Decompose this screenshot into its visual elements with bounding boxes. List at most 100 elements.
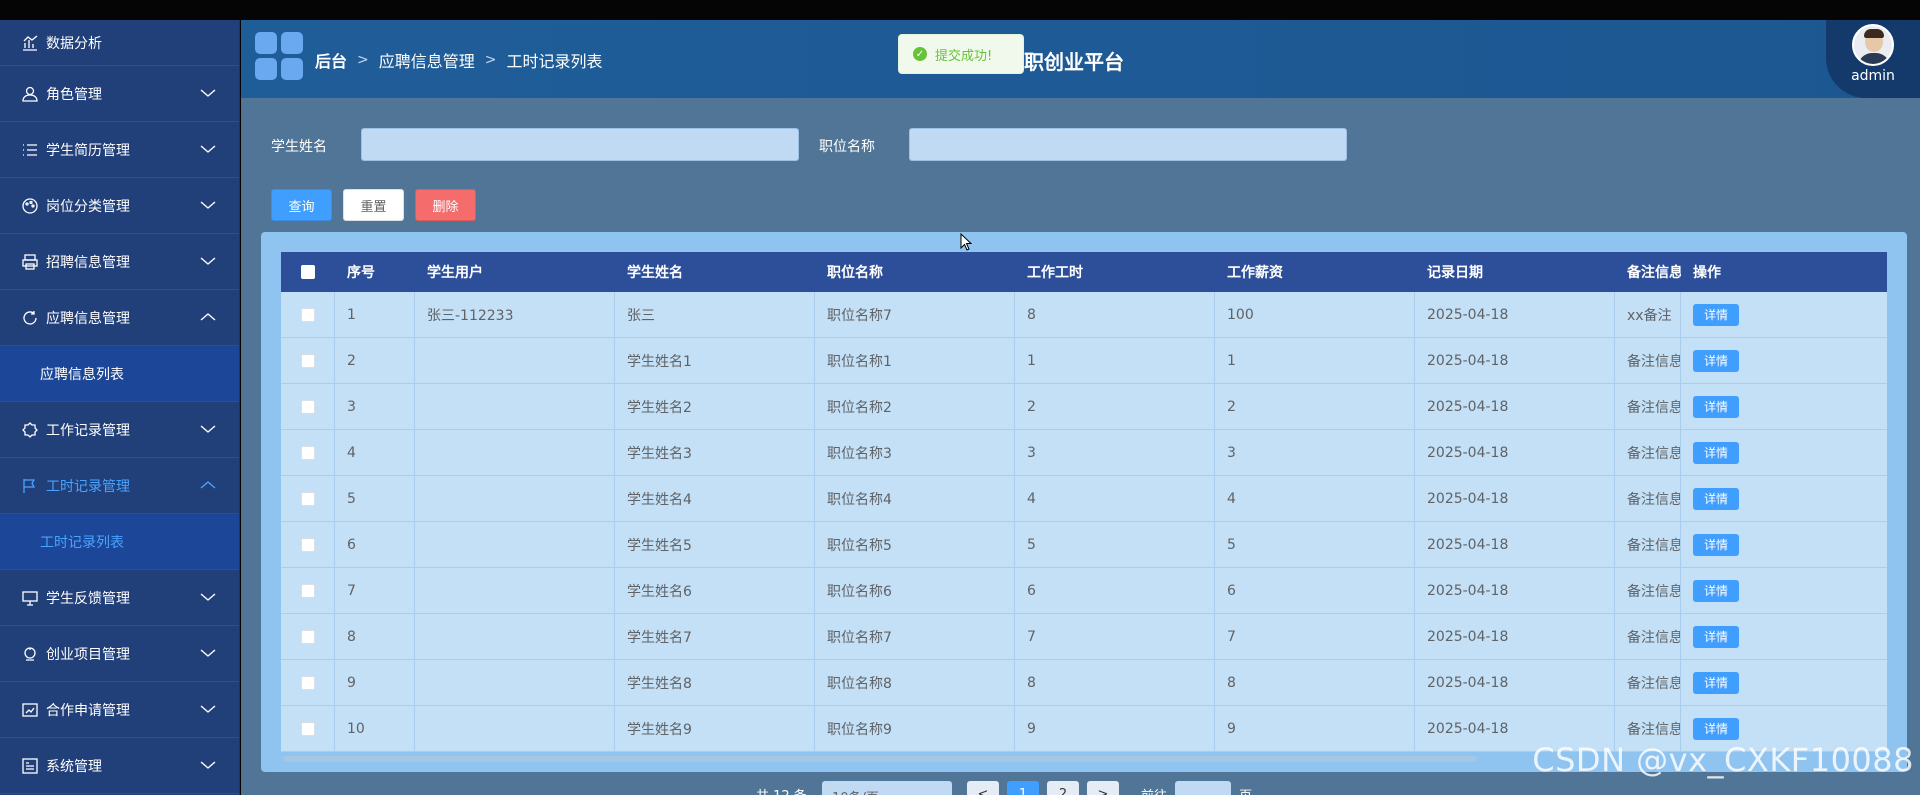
table-panel: 序号 学生用户 学生姓名 职位名称 工作工时 工作薪资 记录日期 备注信息 操作 1 张三-112… bbox=[261, 232, 1907, 772]
table-cell: 3 bbox=[1215, 430, 1415, 475]
sidebar-item-label: 应聘信息管理 bbox=[46, 310, 130, 327]
table-cell: 学生姓名3 bbox=[615, 430, 815, 475]
table-row[interactable]: 3 学生姓名2 职位名称2 2 2 2025-04-18 备注信息 详情 bbox=[281, 384, 1887, 430]
chevron-up-icon[interactable] bbox=[199, 478, 217, 492]
table-row[interactable]: 9 学生姓名8 职位名称8 8 8 2025-04-18 备注信息 详情 bbox=[281, 660, 1887, 706]
sidebar-item[interactable]: 数据分析 bbox=[0, 20, 239, 66]
sidebar-item[interactable]: 工作记录管理 bbox=[0, 402, 239, 458]
next-page-button[interactable]: > bbox=[1087, 781, 1119, 795]
sidebar-item[interactable]: 招聘信息管理 bbox=[0, 234, 239, 290]
row-checkbox[interactable] bbox=[281, 430, 335, 475]
sidebar-item[interactable]: 工时记录管理 bbox=[0, 458, 239, 514]
table-cell: 学生姓名2 bbox=[615, 384, 815, 429]
logo-icon[interactable] bbox=[255, 32, 305, 82]
detail-button[interactable]: 详情 bbox=[1693, 533, 1739, 556]
chevron-down-icon[interactable] bbox=[199, 590, 217, 604]
table-cell: 5 bbox=[1015, 522, 1215, 567]
query-button[interactable]: 查询 bbox=[271, 189, 332, 221]
select-all-checkbox[interactable] bbox=[281, 252, 335, 292]
watermark: CSDN @vx_CXKF10088 bbox=[1532, 741, 1914, 779]
row-checkbox[interactable] bbox=[281, 568, 335, 613]
sidebar-item[interactable]: 角色管理 bbox=[0, 66, 239, 122]
table-row[interactable]: 4 学生姓名3 职位名称3 3 3 2025-04-18 备注信息 详情 bbox=[281, 430, 1887, 476]
table-cell: 学生姓名7 bbox=[615, 614, 815, 659]
detail-button[interactable]: 详情 bbox=[1693, 671, 1739, 694]
sidebar-item[interactable]: 创业项目管理 bbox=[0, 626, 239, 682]
sidebar-item[interactable]: 学生反馈管理 bbox=[0, 570, 239, 626]
sidebar-item[interactable]: 合作申请管理 bbox=[0, 682, 239, 738]
detail-button[interactable]: 详情 bbox=[1693, 303, 1739, 326]
row-checkbox[interactable] bbox=[281, 706, 335, 751]
detail-button[interactable]: 详情 bbox=[1693, 579, 1739, 602]
data-table: 序号 学生用户 学生姓名 职位名称 工作工时 工作薪资 记录日期 备注信息 操作 1 张三-112… bbox=[281, 252, 1887, 752]
row-checkbox[interactable] bbox=[281, 476, 335, 521]
page-size-select[interactable]: 10条/页 bbox=[822, 781, 952, 795]
table-cell: 职位名称5 bbox=[815, 522, 1015, 567]
sidebar-item[interactable]: 岗位分类管理 bbox=[0, 178, 239, 234]
detail-button[interactable]: 详情 bbox=[1693, 487, 1739, 510]
table-row[interactable]: 1 张三-112233 张三 职位名称7 8 100 2025-04-18 xx备注 详情 bbox=[281, 292, 1887, 338]
column-header: 工作薪资 bbox=[1227, 265, 1283, 281]
avatar[interactable] bbox=[1852, 24, 1894, 66]
chevron-down-icon[interactable] bbox=[199, 198, 217, 212]
row-checkbox[interactable] bbox=[281, 384, 335, 429]
reset-button[interactable]: 重置 bbox=[343, 189, 404, 221]
breadcrumb-separator-icon: > bbox=[357, 52, 369, 68]
detail-button[interactable]: 详情 bbox=[1693, 441, 1739, 464]
table-cell: 5 bbox=[1215, 522, 1415, 567]
horizontal-scrollbar[interactable] bbox=[283, 756, 1477, 762]
table-row[interactable]: 5 学生姓名4 职位名称4 4 4 2025-04-18 备注信息 详情 bbox=[281, 476, 1887, 522]
student-name-input[interactable] bbox=[361, 128, 799, 161]
table-row[interactable]: 6 学生姓名5 职位名称5 5 5 2025-04-18 备注信息 详情 bbox=[281, 522, 1887, 568]
username: admin bbox=[1851, 68, 1895, 84]
actions-cell: 详情 bbox=[1681, 568, 1887, 613]
detail-button[interactable]: 详情 bbox=[1693, 349, 1739, 372]
column-header: 备注信息 bbox=[1627, 265, 1681, 281]
chevron-down-icon[interactable] bbox=[199, 758, 217, 772]
table-cell: 职位名称7 bbox=[815, 614, 1015, 659]
chevron-down-icon[interactable] bbox=[199, 646, 217, 660]
table-row[interactable]: 2 学生姓名1 职位名称1 1 1 2025-04-18 备注信息 详情 bbox=[281, 338, 1887, 384]
delete-button[interactable]: 删除 bbox=[415, 189, 476, 221]
sidebar-subitem[interactable]: 应聘信息列表 bbox=[0, 346, 239, 402]
chevron-down-icon[interactable] bbox=[199, 254, 217, 268]
sidebar-item-label: 角色管理 bbox=[46, 86, 102, 103]
sidebar-item-label: 学生反馈管理 bbox=[46, 590, 130, 607]
prev-page-button[interactable]: < bbox=[967, 781, 999, 795]
sidebar-item[interactable]: 应聘信息管理 bbox=[0, 290, 239, 346]
main-content: 学生姓名 职位名称 查询 重置 删除 序号 学生用户 学生姓名 职位名称 工作工时 工作薪… bbox=[241, 98, 1920, 795]
row-checkbox[interactable] bbox=[281, 660, 335, 705]
sidebar-item[interactable]: 系统管理 bbox=[0, 738, 239, 794]
detail-button[interactable]: 详情 bbox=[1693, 395, 1739, 418]
chevron-down-icon[interactable] bbox=[199, 142, 217, 156]
chevron-up-icon[interactable] bbox=[199, 310, 217, 324]
sidebar-item-label: 招聘信息管理 bbox=[46, 254, 130, 271]
detail-button[interactable]: 详情 bbox=[1693, 717, 1739, 740]
sidebar-item-label: 工时记录管理 bbox=[46, 478, 130, 495]
goto-page-input[interactable] bbox=[1175, 781, 1231, 795]
chevron-down-icon[interactable] bbox=[199, 702, 217, 716]
page-button[interactable]: 2 bbox=[1047, 781, 1079, 795]
chevron-down-icon[interactable] bbox=[199, 422, 217, 436]
table-row[interactable]: 7 学生姓名6 职位名称6 6 6 2025-04-18 备注信息 详情 bbox=[281, 568, 1887, 614]
position-name-input[interactable] bbox=[909, 128, 1347, 161]
chevron-down-icon[interactable] bbox=[199, 86, 217, 100]
detail-button[interactable]: 详情 bbox=[1693, 625, 1739, 648]
row-checkbox[interactable] bbox=[281, 292, 335, 337]
page-button[interactable]: 1 bbox=[1007, 781, 1039, 795]
table-row[interactable]: 8 学生姓名7 职位名称7 7 7 2025-04-18 备注信息 详情 bbox=[281, 614, 1887, 660]
breadcrumb: 后台 > 应聘信息管理 > 工时记录列表 bbox=[315, 48, 603, 72]
table-cell: 1 bbox=[335, 292, 415, 337]
table-cell: 4 bbox=[1215, 476, 1415, 521]
user-menu[interactable]: admin bbox=[1826, 20, 1920, 98]
row-checkbox[interactable] bbox=[281, 338, 335, 383]
breadcrumb-home[interactable]: 后台 bbox=[315, 48, 347, 72]
sidebar-item[interactable]: 学生简历管理 bbox=[0, 122, 239, 178]
printer-icon bbox=[20, 252, 40, 272]
row-checkbox[interactable] bbox=[281, 614, 335, 659]
row-checkbox[interactable] bbox=[281, 522, 335, 567]
screen-top-bar bbox=[0, 0, 1920, 20]
sidebar-subitem[interactable]: 工时记录列表 bbox=[0, 514, 239, 570]
breadcrumb-item[interactable]: 应聘信息管理 bbox=[379, 48, 475, 72]
actions-cell: 详情 bbox=[1681, 384, 1887, 429]
